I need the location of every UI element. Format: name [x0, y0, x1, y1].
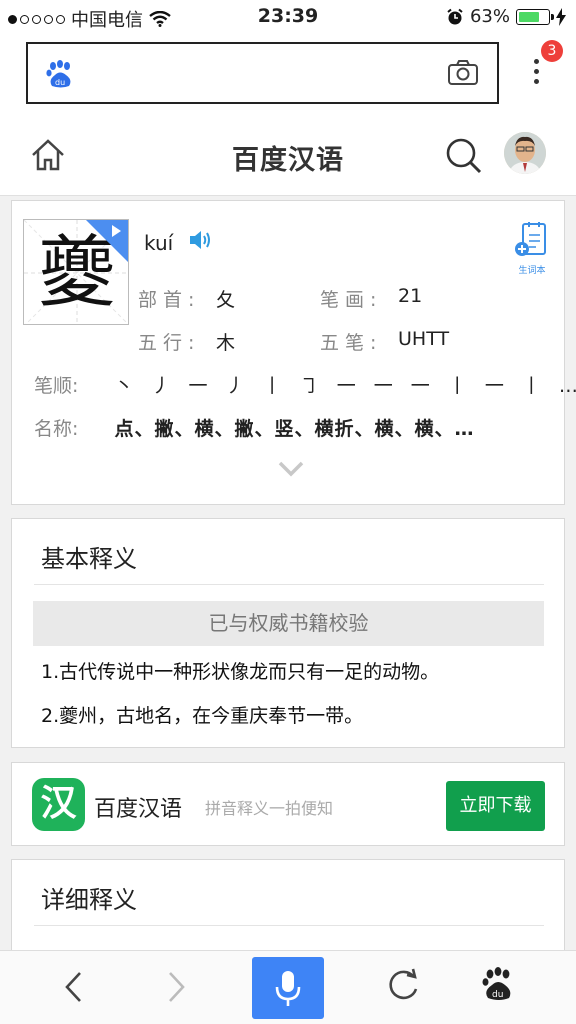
character-tile[interactable]: 夔	[23, 219, 129, 325]
wubi-value: UHTT	[398, 328, 450, 350]
notification-badge: 3	[541, 40, 563, 62]
back-icon[interactable]	[62, 969, 86, 1005]
radical-row: 部首: 夂	[138, 285, 235, 312]
vocab-label: 生词本	[518, 266, 546, 276]
speaker-icon[interactable]	[188, 229, 214, 251]
page-header: 百度汉语	[0, 116, 576, 196]
detailed-definitions-title: 详细释义	[41, 886, 137, 914]
vocab-notebook-button[interactable]: 生词本	[512, 221, 552, 276]
wubi-row: 五笔: UHTT	[320, 328, 449, 355]
voice-search-button[interactable]	[252, 957, 324, 1019]
status-bar: 中国电信 23:39 63%	[0, 0, 576, 34]
stroke-order-label: 笔顺:	[34, 375, 79, 397]
forward-icon[interactable]	[164, 969, 188, 1005]
wubi-label: 五笔:	[320, 332, 383, 354]
camera-icon[interactable]	[447, 58, 479, 86]
bottom-toolbar: du	[0, 950, 576, 1024]
stroke-names-value: 点、撇、横、撇、竖、横折、横、横、…	[114, 418, 475, 440]
basic-definitions-card: 基本释义 已与权威书籍校验 1.古代传说中一种形状像龙而只有一足的动物。 2.夔…	[11, 518, 565, 748]
strokes-label: 笔画:	[320, 289, 383, 311]
expand-chevron-icon[interactable]	[278, 461, 304, 477]
divider	[34, 925, 544, 926]
wuxing-label: 五行:	[138, 332, 201, 354]
stroke-names-row: 名称: 点、撇、横、撇、竖、横折、横、横、…	[34, 414, 474, 441]
strokes-row: 笔画: 21	[320, 285, 422, 312]
stroke-order-value: 丶 丿 一 丿 丨 ㇆ 一 一 一 丨 一 丨 …	[114, 375, 576, 397]
pinyin-text: kuí	[144, 231, 174, 255]
definition-item: 1.古代传说中一种形状像龙而只有一足的动物。	[41, 661, 440, 683]
more-menu-button[interactable]	[526, 54, 546, 98]
svg-text:du: du	[492, 990, 503, 1000]
battery-percent: 63%	[469, 6, 510, 27]
svg-text:du: du	[55, 78, 65, 87]
wuxing-value: 木	[216, 332, 236, 354]
verified-banner: 已与权威书籍校验	[33, 601, 544, 646]
stroke-order-row: 笔顺: 丶 丿 一 丿 丨 ㇆ 一 一 一 丨 一 丨 …	[34, 371, 576, 398]
search-icon[interactable]	[444, 136, 484, 176]
stroke-names-label: 名称:	[34, 418, 79, 440]
app-tagline: 拼音释义一拍便知	[205, 799, 334, 818]
play-icon[interactable]	[112, 225, 121, 237]
page-title: 百度汉语	[232, 145, 344, 176]
charging-icon	[556, 7, 566, 26]
user-avatar[interactable]	[504, 132, 546, 174]
baidu-paw-icon: du	[46, 60, 71, 88]
address-bar[interactable]: du	[26, 42, 499, 104]
animation-corner[interactable]	[86, 220, 128, 262]
stroke-count: 21	[398, 285, 423, 307]
divider	[34, 584, 544, 585]
radical-label: 部首:	[138, 289, 201, 311]
download-button[interactable]: 立即下载	[446, 781, 545, 831]
alarm-icon	[447, 8, 463, 24]
definition-item: 2.夔州，古地名，在今重庆奉节一带。	[41, 705, 364, 727]
basic-definitions-title: 基本释义	[41, 545, 137, 573]
battery-icon	[516, 8, 554, 25]
status-right: 63%	[446, 6, 566, 27]
app-icon: 汉	[32, 778, 85, 831]
app-promo-banner[interactable]: 汉 百度汉语 拼音释义一拍便知 立即下载	[11, 762, 565, 846]
baidu-home-icon[interactable]: du	[482, 967, 516, 1001]
wuxing-row: 五行: 木	[138, 328, 235, 355]
refresh-icon[interactable]	[386, 967, 420, 1005]
notebook-add-icon	[515, 222, 546, 256]
character-card: 夔 kuí 生词本 部首: 夂 笔画: 21 五行: 木 五笔: UHTT 笔顺…	[11, 200, 576, 505]
radical-value: 夂	[216, 289, 236, 311]
app-name: 百度汉语	[94, 797, 183, 822]
browser-toolbar: du 3	[0, 34, 576, 116]
microphone-icon	[275, 971, 301, 1006]
